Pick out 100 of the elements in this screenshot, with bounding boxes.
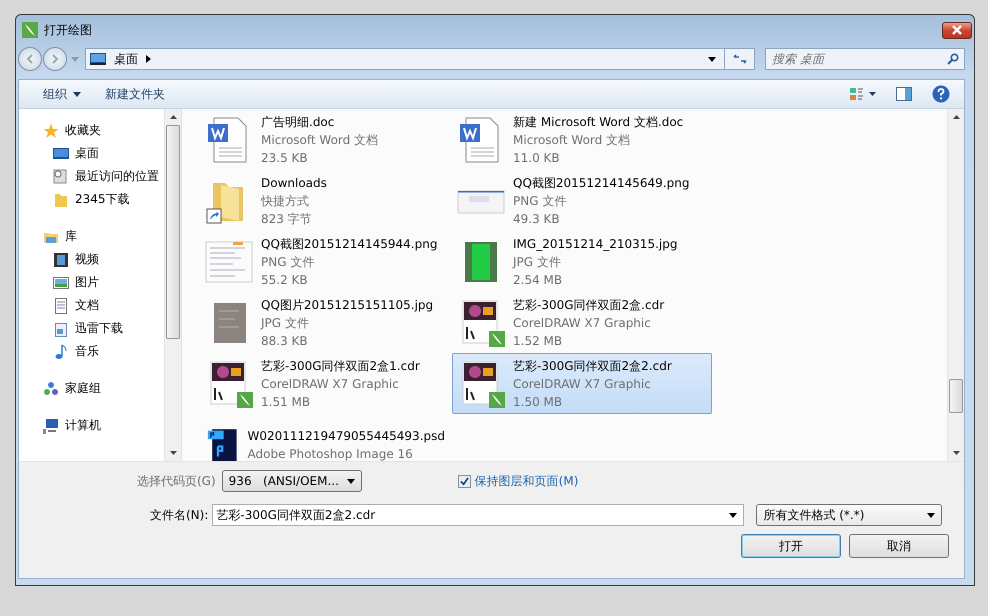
refresh-icon [732,53,746,65]
scroll-thumb[interactable] [166,125,180,339]
video-icon [53,252,69,268]
file-size: 49.3 KB [513,210,561,228]
scroll-down-arrow-icon[interactable] [170,451,176,455]
file-size: 1.52 MB [513,332,564,350]
close-icon [951,25,963,35]
keep-layers-label[interactable]: 保持图层和页面(M) [474,472,578,490]
download-icon [53,320,69,336]
desktop-icon [53,146,69,162]
breadcrumb-arrow-icon[interactable] [146,55,151,63]
codepage-label: 选择代码页(G) [137,472,216,490]
file-item[interactable]: QQ图片20151215151105.jpg JPG 文件 88.3 KB [200,292,450,353]
file-item[interactable]: Downloads 快捷方式 823 字节 [200,170,450,231]
file-name: 新建 Microsoft Word 文档.doc [513,114,684,130]
scroll-up-arrow-icon[interactable] [952,115,960,119]
scroll-up-arrow-icon[interactable] [170,115,176,119]
file-type: JPG 文件 [261,314,310,332]
star-icon [43,122,59,138]
leaf-icon [22,22,38,38]
file-type: PNG 文件 [513,192,568,210]
dropdown-caret-icon[interactable] [708,56,716,62]
file-type: PNG 文件 [261,254,316,270]
sidebar-item[interactable]: 图片 [19,271,164,294]
sidebar-item[interactable]: 最近访问的位置 [19,165,164,188]
sidebar-item[interactable]: 库 [19,225,164,248]
organize-button[interactable]: 组织 [33,82,91,106]
sidebar-item[interactable]: 桌面 [19,142,164,165]
sidebar-item[interactable]: 文档 [19,294,164,317]
sidebar-item[interactable]: 迅雷下载 [19,317,164,340]
file-name: 广告明细.doc [261,114,336,130]
filename-field[interactable]: 艺彩-300G同伴双面2盒2.cdr [212,504,744,526]
picture-icon [53,274,69,290]
file-item[interactable]: 新建 Microsoft Word 文档.doc Microsoft Word 文档 11.0 KB [452,109,712,170]
file-type: JPG 文件 [513,254,562,270]
back-button[interactable] [18,47,42,71]
search-field[interactable]: 搜索 桌面 [765,48,965,70]
file-type: CorelDRAW X7 Graphic [261,376,400,392]
close-button[interactable] [942,22,972,38]
sidebar-item[interactable]: 收藏夹 [19,119,164,142]
sidebar-item[interactable]: 家庭组 [19,377,164,400]
file-type: 快捷方式 [261,192,310,210]
sidebar-item[interactable]: 2345下载 [19,188,164,211]
file-item[interactable]: IMG_20151214_210315.jpg JPG 文件 2.54 MB [452,231,712,292]
file-name: 艺彩-300G同伴双面2盒1.cdr [261,358,420,374]
file-size: 55.2 KB [261,272,309,288]
cancel-button[interactable]: 取消 [849,534,949,558]
caret-icon [927,512,936,518]
window-title: 打开绘图 [44,22,92,38]
file-item[interactable]: 广告明细.doc Microsoft Word 文档 23.5 KB [200,109,450,170]
file-name: Downloads [261,174,327,192]
file-type: CorelDRAW X7 Graphic [513,376,652,392]
file-item[interactable]: QQ截图20151214145944.png PNG 文件 55.2 KB [200,231,450,292]
new-folder-button[interactable]: 新建文件夹 [95,82,175,106]
file-item[interactable]: 艺彩-300G同伴双面2盒1.cdr CorelDRAW X7 Graphic 1.51 MB [200,353,450,414]
scroll-thumb[interactable] [949,379,963,414]
sidebar-scrollbar[interactable] [164,109,181,461]
file-item[interactable]: 艺彩-300G同伴双面2盒2.cdr CorelDRAW X7 Graphic 1.50 MB [452,353,712,414]
file-size: 823 字节 [261,210,313,228]
file-name: IMG_20151214_210315.jpg [513,236,678,252]
file-size: 11.0 KB [513,150,561,166]
file-item[interactable]: W020111219479055445493.psd Adobe Photoshop Image 16 [200,414,450,461]
file-name: 艺彩-300G同伴双面2盒.cdr [513,296,664,314]
open-button[interactable]: 打开 [741,534,841,558]
file-name: QQ图片20151215151105.jpg [261,296,434,314]
sidebar-item[interactable]: 计算机 [19,414,164,437]
forward-button[interactable] [43,47,67,71]
file-size: 88.3 KB [261,332,309,350]
file-type: CorelDRAW X7 Graphic [513,314,652,332]
sidebar-item[interactable]: 音乐 [19,340,164,363]
dropdown-caret-icon[interactable] [729,513,738,518]
address-text[interactable]: 桌面 [114,50,138,68]
file-name: QQ截图20151214145649.png [513,174,690,192]
file-type: Microsoft Word 文档 [261,132,378,148]
file-item[interactable]: 艺彩-300G同伴双面2盒.cdr CorelDRAW X7 Graphic 1.52 MB [452,292,712,353]
caret-icon [346,478,355,484]
address-bar[interactable]: 桌面 [85,48,755,70]
search-icon [947,53,959,65]
file-type-dropdown[interactable]: 所有文件格式 (*.*) [756,504,942,526]
pane-icon [896,87,912,101]
file-type: Microsoft Word 文档 [513,132,632,148]
desktop-icon [90,53,106,65]
sidebar-item[interactable]: 视频 [19,248,164,271]
homegroup-icon [43,380,59,396]
computer-icon [43,418,59,434]
view-list-icon [850,87,876,101]
file-size: 2.54 MB [513,272,564,288]
file-list-scrollbar[interactable] [947,109,964,461]
caret-icon [73,92,81,96]
file-size: 23.5 KB [261,150,309,166]
scroll-down-arrow-icon[interactable] [952,451,960,455]
help-icon [932,85,950,103]
music-icon [53,344,69,360]
filename-label: 文件名(N): [150,506,208,524]
folder-icon [53,192,69,208]
file-name: 艺彩-300G同伴双面2盒2.cdr [513,358,672,374]
file-item[interactable]: QQ截图20151214145649.png PNG 文件 49.3 KB [452,170,712,231]
keep-layers-checkbox[interactable] [458,474,471,488]
file-type: Adobe Photoshop Image 16 [248,446,414,461]
codepage-dropdown[interactable]: 936 (ANSI/OEM... [222,470,362,492]
